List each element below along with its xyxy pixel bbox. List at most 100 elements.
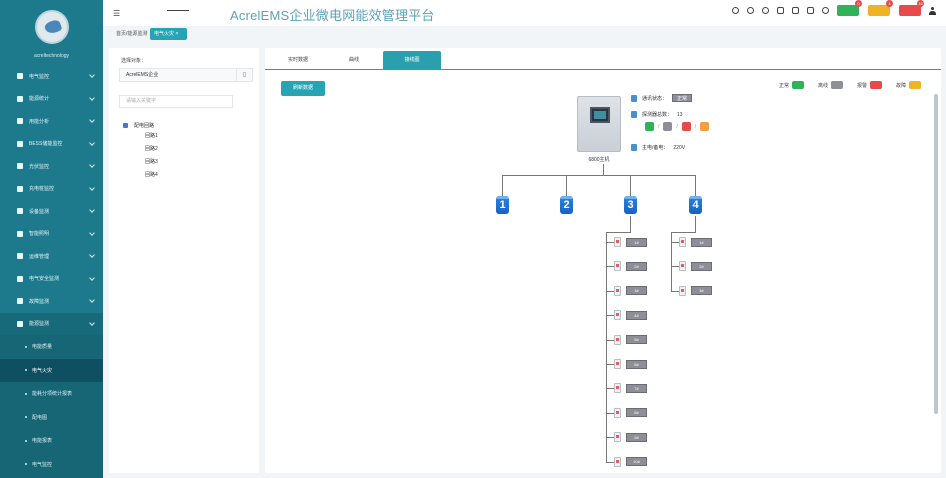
sidebar-item-label: 设备监测 [29, 208, 50, 215]
leaf-connector [606, 437, 614, 439]
checkbox-icon[interactable] [123, 122, 128, 128]
sidebar-subitem[interactable]: 配电图 [0, 405, 103, 429]
detector-node[interactable]: 1# [679, 237, 712, 247]
channel-icon[interactable]: 2 [560, 196, 573, 214]
info-value: 220V [673, 144, 686, 151]
legend-label: 离线 [817, 82, 828, 89]
sidebar-subitem-label: 能耗分项统计报表 [32, 391, 73, 398]
sidebar-item[interactable]: 用能分析 [0, 110, 103, 133]
branch-line [671, 232, 696, 233]
detector-icon [614, 237, 621, 247]
breadcrumb-current-tab[interactable]: 电气火灾 × [150, 28, 188, 40]
tree-root[interactable]: 配电回路 [123, 120, 158, 130]
tab-realtime[interactable]: 实时数据 [269, 51, 327, 70]
search-icon[interactable] [747, 7, 754, 14]
channel-icon[interactable]: 3 [624, 196, 637, 214]
sidebar-item[interactable]: 设备监测 [0, 200, 103, 223]
alarm-badge[interactable]: 16 [899, 0, 924, 16]
detector-node[interactable]: 2# [679, 261, 712, 272]
logo-icon [42, 18, 63, 36]
detector-node[interactable]: 3# [679, 285, 712, 296]
info-label: 探测器总数： [642, 112, 673, 118]
leaf-connector [606, 364, 614, 365]
sidebar-item-label: 能源统计 [29, 96, 50, 103]
detector-node[interactable]: 9# [614, 432, 647, 443]
shield-icon [17, 275, 23, 282]
detector-node[interactable]: 5# [614, 334, 647, 345]
tab-wiring[interactable]: 接线图 [383, 51, 441, 70]
warning-badge[interactable]: 4 [868, 0, 893, 16]
status-box [681, 122, 691, 131]
sidebar-item[interactable]: 运维管理 [0, 245, 103, 268]
tree-item[interactable]: 回路2 [123, 143, 158, 156]
host-device[interactable] [577, 96, 621, 152]
refresh-icon[interactable] [732, 7, 739, 14]
sidebar-item[interactable]: 充电桩监控 [0, 178, 103, 201]
object-select[interactable]: AcrelEMS企业 ▯ [119, 68, 253, 82]
tree-item[interactable]: 回路1 [123, 130, 158, 143]
sidebar-item[interactable]: 能源监测 [0, 312, 103, 335]
leaf-connector [606, 339, 614, 341]
detector-node[interactable]: 4# [614, 310, 647, 321]
legend-swatch [830, 81, 843, 89]
chevron-down-icon [89, 297, 95, 303]
sidebar-item[interactable]: BESS储能监控 [0, 133, 103, 156]
sidebar-item[interactable]: 电气监控 [0, 65, 103, 88]
history-icon[interactable] [762, 7, 769, 14]
skin-icon[interactable] [822, 7, 829, 14]
comm-icon [631, 94, 637, 102]
detector-tag: 3# [691, 286, 712, 296]
menu-toggle-icon[interactable]: ☰ [113, 9, 120, 18]
detector-node[interactable]: 6# [614, 359, 647, 369]
channel-icon[interactable]: 4 [689, 196, 702, 214]
user-icon[interactable] [929, 6, 936, 15]
breadcrumb: 首页/能源监测 电气火灾 × [103, 26, 946, 44]
sidebar: acreltechnology 电气监控 能源统计 用能分析 BESS储能监控 光伏监控… [0, 0, 103, 478]
settings-icon[interactable] [807, 7, 814, 14]
vertical-scrollbar[interactable] [934, 94, 938, 414]
sidebar-subitem[interactable]: 电气火灾 [0, 358, 103, 382]
detector-node[interactable]: 10# [614, 456, 647, 467]
detector-icon [614, 359, 621, 369]
detector-node[interactable]: 8# [614, 407, 647, 418]
tree-item[interactable]: 回路4 [123, 169, 158, 182]
channel-icon[interactable]: 1 [496, 196, 509, 214]
tab-curve[interactable]: 曲线 [325, 51, 383, 70]
breadcrumb-home[interactable]: 首页/能源监测 [112, 28, 151, 40]
refresh-button[interactable]: 刷新数据 [281, 81, 325, 96]
solar-icon [17, 163, 23, 170]
detector-tag: 9# [626, 432, 647, 442]
legend-label: 故障 [895, 82, 906, 89]
avatar[interactable] [34, 10, 69, 44]
info-detector-count: 探测器总数： 13 [631, 111, 683, 118]
sidebar-subitem-label: 电气监控 [32, 461, 53, 468]
sidebar-subitem[interactable]: 电能报表 [0, 429, 103, 453]
detector-node[interactable]: 1# [614, 237, 647, 247]
sidebar-subitem[interactable]: 能耗分项统计报表 [0, 382, 103, 406]
sidebar-item[interactable]: 光伏监控 [0, 155, 103, 178]
detector-node[interactable]: 3# [614, 285, 647, 296]
sidebar-item[interactable]: 电气安全监测 [0, 268, 103, 291]
search-input[interactable]: 请输入关键字 [119, 95, 233, 108]
detector-tag: 2# [691, 261, 712, 271]
detector-node[interactable]: 2# [614, 261, 647, 272]
detector-node[interactable]: 7# [614, 383, 647, 394]
sidebar-item[interactable]: 能源统计 [0, 88, 103, 111]
legend-label: 报警 [856, 82, 867, 89]
legend-swatch [869, 81, 882, 89]
chevron-down-icon [89, 229, 95, 236]
document-icon[interactable] [777, 7, 784, 14]
sidebar-subitem[interactable]: 电能质量 [0, 335, 103, 359]
object-selector-panel: 选择对象： AcrelEMS企业 ▯ 请输入关键字 配电回路 回路1 回路2 回… [109, 48, 259, 473]
sidebar-item-label: 充电桩监控 [29, 186, 55, 193]
info-value: 13 [677, 111, 683, 118]
tree-item[interactable]: 回路3 [123, 156, 158, 169]
fullscreen-icon[interactable] [792, 7, 799, 14]
sidebar-item-label: 能源监测 [29, 321, 50, 328]
chevron-down-icon[interactable]: ▯ [236, 69, 252, 81]
sidebar-item[interactable]: 智能照明 [0, 223, 103, 246]
sidebar-item[interactable]: 故障监测 [0, 290, 103, 313]
notify-badge[interactable]: 0 [837, 0, 862, 16]
sidebar-item-label: 用能分析 [29, 118, 50, 125]
sidebar-subitem[interactable]: 电气监控 [0, 452, 103, 476]
